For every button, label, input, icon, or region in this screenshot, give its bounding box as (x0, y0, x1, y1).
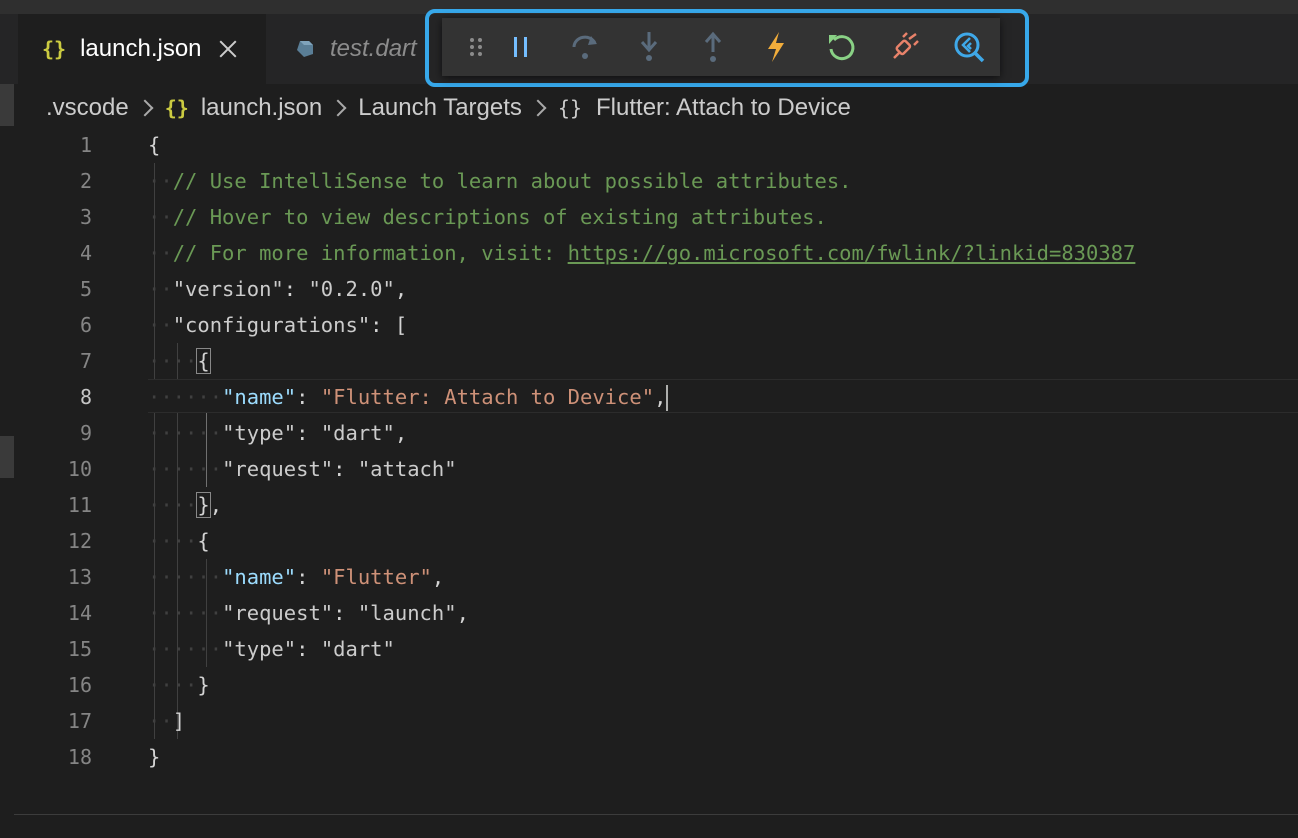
line-number: 7 (79, 349, 92, 373)
breadcrumb-item[interactable]: Flutter: Attach to Device (596, 94, 851, 122)
line-number: 5 (79, 277, 92, 301)
breadcrumb-section[interactable]: Launch Targets (358, 94, 522, 122)
comment: // For more information, visit: (172, 241, 568, 265)
line-number: 17 (67, 709, 92, 733)
matching-bracket: } (196, 492, 211, 518)
braces-icon: {} (164, 96, 189, 120)
debug-toolbar (442, 18, 1000, 76)
code-line: 7 ····{ (0, 343, 1298, 379)
json-key: "version" (172, 277, 284, 301)
json-key: "name" (222, 565, 297, 589)
line-number: 4 (79, 241, 92, 265)
gutter-marker (0, 84, 14, 126)
line-number: 12 (67, 529, 92, 553)
line-number: 16 (67, 673, 92, 697)
line-number: 15 (67, 637, 92, 661)
code-line: 12 ····{ (0, 523, 1298, 559)
code-line: 9 ······"type": "dart", (0, 415, 1298, 451)
line-number: 3 (79, 205, 92, 229)
comment: // Hover to view descriptions of existin… (172, 205, 827, 229)
line-number: 18 (67, 745, 92, 769)
restart-icon[interactable] (823, 29, 859, 65)
step-into-icon[interactable] (631, 29, 667, 65)
line-number: 2 (79, 169, 92, 193)
code-line: 15 ······"type": "dart" (0, 631, 1298, 667)
json-key: "request" (222, 457, 334, 481)
line-number: 10 (67, 457, 92, 481)
code-line-current: 8 ······"name": "Flutter: Attach to Devic… (0, 379, 1298, 415)
code-line: 17 ··] (0, 703, 1298, 739)
code-line: 5 ··"version": "0.2.0", (0, 271, 1298, 307)
json-key: "request" (222, 601, 334, 625)
line-number: 14 (67, 601, 92, 625)
close-icon[interactable] (218, 39, 238, 59)
object-icon: {} (557, 96, 583, 120)
line-number: 9 (79, 421, 92, 445)
code-line: 14 ······"request": "launch", (0, 595, 1298, 631)
json-value: "Flutter" (320, 565, 432, 589)
json-value: "dart" (320, 637, 395, 661)
json-value: "0.2.0" (308, 277, 395, 301)
line-number: 11 (67, 493, 92, 517)
flutter-inspector-icon[interactable] (951, 29, 987, 65)
json-key: "type" (222, 421, 297, 445)
comment-link[interactable]: https://go.microsoft.com/fwlink/?linkid=… (568, 241, 1136, 265)
json-value: "attach" (357, 457, 457, 481)
json-value: "Flutter: Attach to Device" (320, 385, 655, 409)
chevron-right-icon (529, 99, 547, 117)
code-line: 3 ··// Hover to view descriptions of exis… (0, 199, 1298, 235)
tab-launch-json[interactable]: {} launch.json (18, 14, 266, 84)
json-key: "type" (222, 637, 297, 661)
json-value: "launch" (357, 601, 457, 625)
chevron-right-icon (136, 99, 154, 117)
code-line: 16 ····} (0, 667, 1298, 703)
json-key: "name" (222, 385, 297, 409)
line-number: 6 (79, 313, 92, 337)
breadcrumb-file[interactable]: launch.json (201, 94, 322, 122)
json-key: "configurations" (172, 313, 371, 337)
step-over-icon[interactable] (567, 29, 603, 65)
drag-handle-icon[interactable] (458, 29, 494, 65)
text-cursor (666, 385, 669, 411)
code-line: 2 ··// Use IntelliSense to learn about po… (0, 163, 1298, 199)
code-line: 11 ····}, (0, 487, 1298, 523)
step-out-icon[interactable] (695, 29, 731, 65)
line-number: 8 (79, 385, 92, 409)
dart-icon (297, 41, 313, 57)
chevron-right-icon (329, 99, 347, 117)
line-number: 1 (79, 133, 92, 157)
disconnect-icon[interactable] (887, 29, 923, 65)
code-line: 10 ······"request": "attach" (0, 451, 1298, 487)
code-line: 13 ······"name": "Flutter", (0, 559, 1298, 595)
pause-icon[interactable] (503, 29, 539, 65)
breadcrumb-folder[interactable]: .vscode (46, 94, 129, 122)
code-editor[interactable]: 1{ 2 ··// Use IntelliSense to learn about… (0, 127, 1298, 775)
comment: // Use IntelliSense to learn about possi… (172, 169, 852, 193)
breadcrumb: .vscode {} launch.json Launch Targets {}… (46, 92, 851, 124)
tab-label: launch.json (80, 35, 202, 62)
code-line: 1{ (0, 127, 1298, 163)
matching-bracket: { (196, 348, 211, 374)
braces-icon: {} (42, 37, 67, 61)
code-line: 18} (0, 739, 1298, 775)
code-line: 4 ··// For more information, visit: https… (0, 235, 1298, 271)
hot-reload-icon[interactable] (758, 29, 794, 65)
json-value: "dart" (320, 421, 395, 445)
line-number: 13 (67, 565, 92, 589)
tab-label: test.dart (330, 35, 417, 62)
code-line: 6 ··"configurations": [ (0, 307, 1298, 343)
panel-divider (14, 814, 1298, 815)
